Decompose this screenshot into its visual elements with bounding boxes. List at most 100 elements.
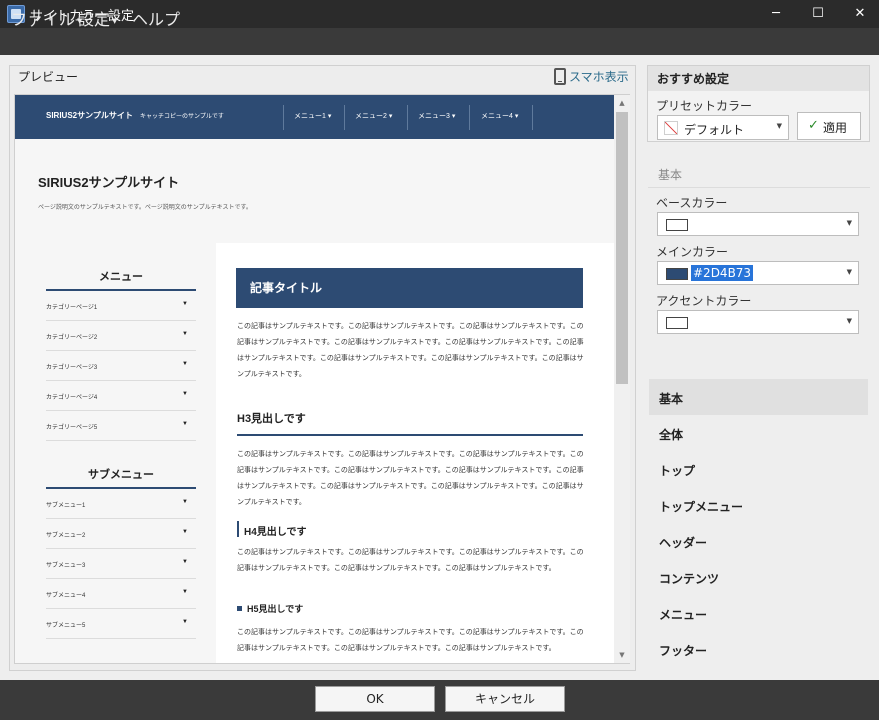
scrollbar-thumb[interactable] bbox=[616, 112, 628, 384]
triangle-down-icon: ▼ bbox=[182, 301, 188, 307]
smartphone-icon[interactable] bbox=[554, 68, 566, 85]
category-label: 基本 bbox=[659, 392, 684, 406]
minimize-button[interactable]: ─ bbox=[755, 0, 797, 28]
site-title: SIRIUS2サンプルサイト bbox=[38, 175, 180, 190]
sidebar-submenu-item-label: サブメニュー1 bbox=[46, 503, 86, 509]
article-h3: H3見出しです bbox=[237, 413, 306, 425]
sidebar-menu-item[interactable]: カテゴリーページ3 ▼ bbox=[46, 351, 196, 381]
category-item-contents[interactable]: コンテンツ bbox=[649, 559, 868, 595]
menu-settings[interactable]: 設定 ▼ bbox=[78, 6, 117, 30]
chevron-down-icon: ▼ bbox=[846, 219, 852, 227]
triangle-down-icon: ▼ bbox=[182, 391, 188, 397]
category-item-basic[interactable]: 基本 bbox=[649, 379, 868, 415]
caret-down-icon: ▼ bbox=[112, 16, 118, 25]
recommend-title: おすすめ設定 bbox=[657, 72, 730, 86]
nav-divider bbox=[532, 105, 533, 130]
site-nav-label: メニュー4 bbox=[481, 113, 513, 120]
chevron-down-icon: ▼ bbox=[846, 317, 852, 325]
preset-color-value: デフォルト bbox=[684, 123, 745, 137]
article-h4: H4見出しです bbox=[244, 527, 307, 538]
category-item-header[interactable]: ヘッダー bbox=[649, 523, 868, 559]
sidebar-menu-item[interactable]: カテゴリーページ1 ▼ bbox=[46, 291, 196, 321]
article-title: 記事タイトル bbox=[250, 281, 323, 295]
base-color-select[interactable]: ▼ bbox=[657, 212, 859, 236]
nav-divider bbox=[407, 105, 408, 130]
site-header: SIRIUS2サンプルサイト キャッチコピーのサンプルです メニュー1 ▾ メニ… bbox=[15, 95, 614, 139]
menu-settings-label: 設定 bbox=[78, 10, 111, 29]
sidebar-submenu-item-label: サブメニュー3 bbox=[46, 563, 86, 569]
category-label: トップ bbox=[659, 464, 696, 478]
category-item-top[interactable]: トップ bbox=[649, 451, 868, 487]
sidebar-submenu-item-label: サブメニュー4 bbox=[46, 593, 86, 599]
triangle-down-icon: ▼ bbox=[182, 361, 188, 367]
nav-divider bbox=[283, 105, 284, 130]
h3-underline bbox=[237, 434, 583, 436]
site-catchcopy: キャッチコピーのサンプルです bbox=[140, 114, 224, 120]
triangle-down-icon: ▼ bbox=[182, 499, 188, 505]
base-color-swatch bbox=[666, 219, 688, 231]
smartphone-view-link[interactable]: スマホ表示 bbox=[569, 68, 629, 85]
main-color-select[interactable]: #2D4B73 ▼ bbox=[657, 261, 859, 285]
scroll-down-arrow-icon[interactable]: ▼ bbox=[614, 648, 630, 662]
site-header-name: SIRIUS2サンプルサイト bbox=[46, 111, 133, 120]
triangle-down-icon: ▼ bbox=[182, 331, 188, 337]
apply-button[interactable]: ✓ 適用 bbox=[797, 112, 861, 140]
menu-bar bbox=[0, 28, 879, 55]
triangle-down-icon: ▼ bbox=[182, 421, 188, 427]
apply-label: 適用 bbox=[823, 121, 848, 135]
chevron-down-icon: ▼ bbox=[776, 122, 782, 130]
basic-section-label: 基本 bbox=[658, 168, 683, 182]
category-label: フッター bbox=[659, 644, 708, 658]
site-nav-item[interactable]: メニュー1 ▾ bbox=[294, 111, 331, 121]
sidebar-menu-item-label: カテゴリーページ4 bbox=[46, 395, 98, 401]
site-nav-label: メニュー2 bbox=[355, 113, 387, 120]
ok-button[interactable]: OK bbox=[315, 686, 435, 712]
sidebar-menu-item[interactable]: カテゴリーページ4 ▼ bbox=[46, 381, 196, 411]
category-item-menu[interactable]: メニュー bbox=[649, 595, 868, 631]
menu-help[interactable]: ヘルプ bbox=[132, 6, 180, 30]
article-paragraph: この記事はサンプルテキストです。この記事はサンプルテキストです。この記事はサンプ… bbox=[237, 549, 584, 572]
sidebar-menu-item[interactable]: カテゴリーページ5 ▼ bbox=[46, 411, 196, 441]
preset-color-select[interactable]: デフォルト ▼ bbox=[657, 115, 789, 140]
preset-color-label: プリセットカラー bbox=[656, 99, 753, 113]
menu-help-label: ヘルプ bbox=[132, 10, 181, 29]
article-paragraph: この記事はサンプルテキストです。この記事はサンプルテキストです。この記事はサンプ… bbox=[237, 323, 584, 378]
sidebar-submenu-item-label: サブメニュー2 bbox=[46, 533, 86, 539]
sidebar-submenu-item[interactable]: サブメニュー1 ▼ bbox=[46, 489, 196, 519]
main-color-hex[interactable]: #2D4B73 bbox=[691, 265, 754, 281]
bottom-bar bbox=[0, 680, 879, 720]
menu-file-label: ファイル bbox=[11, 10, 76, 29]
article-paragraph: この記事はサンプルテキストです。この記事はサンプルテキストです。この記事はサンプ… bbox=[237, 629, 584, 652]
site-description: ページ説明文のサンプルテキストです。ページ説明文のサンプルテキストです。 bbox=[38, 205, 252, 211]
category-item-overall[interactable]: 全体 bbox=[649, 415, 868, 451]
triangle-down-icon: ▼ bbox=[182, 529, 188, 535]
cancel-button[interactable]: キャンセル bbox=[445, 686, 565, 712]
close-button[interactable]: ✕ bbox=[839, 0, 879, 28]
site-nav-label: メニュー3 bbox=[418, 113, 450, 120]
sidebar-submenu-item[interactable]: サブメニュー4 ▼ bbox=[46, 579, 196, 609]
sidebar-submenu-item[interactable]: サブメニュー5 ▼ bbox=[46, 609, 196, 639]
category-label: トップメニュー bbox=[659, 500, 744, 514]
sidebar-submenu-title: サブメニュー bbox=[88, 469, 154, 481]
accent-color-label: アクセントカラー bbox=[656, 294, 752, 308]
chevron-down-icon: ▼ bbox=[846, 268, 852, 276]
accent-color-select[interactable]: ▼ bbox=[657, 310, 859, 334]
site-nav-label: メニュー1 bbox=[294, 113, 326, 120]
sidebar-submenu-item[interactable]: サブメニュー3 ▼ bbox=[46, 549, 196, 579]
scroll-up-arrow-icon[interactable]: ▲ bbox=[614, 96, 630, 110]
site-nav-item[interactable]: メニュー2 ▾ bbox=[355, 111, 392, 121]
menu-file[interactable]: ファイル ▼ bbox=[11, 6, 82, 30]
sidebar-submenu-item[interactable]: サブメニュー2 ▼ bbox=[46, 519, 196, 549]
site-nav-item[interactable]: メニュー4 ▾ bbox=[481, 111, 518, 121]
category-item-footer[interactable]: フッター bbox=[649, 631, 868, 667]
site-nav-item[interactable]: メニュー3 ▾ bbox=[418, 111, 455, 121]
category-item-top-menu[interactable]: トップメニュー bbox=[649, 487, 868, 523]
sidebar-menu-item-label: カテゴリーページ3 bbox=[46, 365, 98, 371]
nav-divider bbox=[344, 105, 345, 130]
maximize-button[interactable]: ☐ bbox=[797, 0, 839, 28]
sidebar-menu-item[interactable]: カテゴリーページ2 ▼ bbox=[46, 321, 196, 351]
accent-color-swatch bbox=[666, 317, 688, 329]
main-color-label: メインカラー bbox=[656, 245, 729, 259]
preview-frame: SIRIUS2サンプルサイト キャッチコピーのサンプルです メニュー1 ▾ メニ… bbox=[14, 94, 630, 664]
base-color-label: ベースカラー bbox=[656, 196, 728, 210]
